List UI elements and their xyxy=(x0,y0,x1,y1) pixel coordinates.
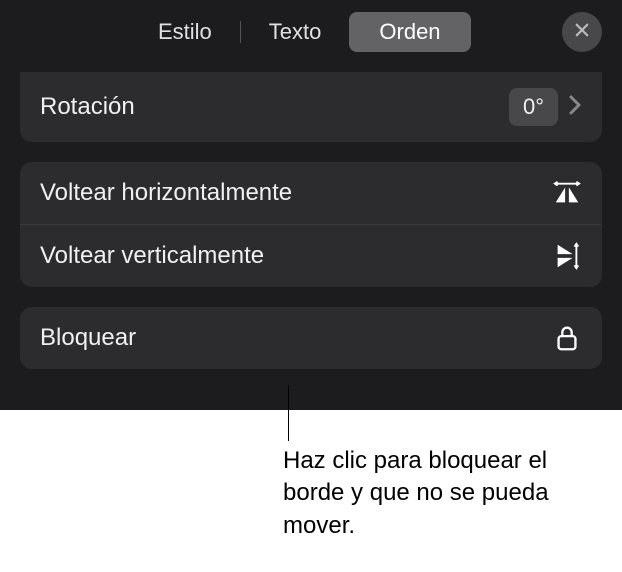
flip-vertical-icon xyxy=(552,241,582,271)
tab-bar: Estilo Texto Orden xyxy=(0,0,622,72)
callout-leader-line xyxy=(288,385,289,441)
lock-label: Bloquear xyxy=(40,324,552,352)
close-button[interactable] xyxy=(562,12,602,52)
tab-style[interactable]: Estilo xyxy=(130,12,240,52)
lock-group: Bloquear xyxy=(20,307,602,369)
tab-arrange[interactable]: Orden xyxy=(349,12,470,52)
flip-horizontal-row[interactable]: Voltear horizontalmente xyxy=(20,162,602,225)
flip-vertical-row[interactable]: Voltear verticalmente xyxy=(20,225,602,287)
flip-vertical-label: Voltear verticalmente xyxy=(40,242,552,270)
tabs: Estilo Texto Orden xyxy=(130,12,471,52)
rotation-row[interactable]: Rotación 0° xyxy=(20,72,602,142)
flip-horizontal-icon xyxy=(552,178,582,208)
flip-group: Voltear horizontalmente Voltear vertical… xyxy=(20,162,602,287)
lock-row[interactable]: Bloquear xyxy=(20,307,602,369)
rotation-value: 0° xyxy=(509,88,558,126)
chevron-right-icon xyxy=(568,94,582,121)
callout-text: Haz clic para bloquear el borde y que no… xyxy=(283,445,593,542)
rotation-label: Rotación xyxy=(40,93,509,121)
flip-horizontal-label: Voltear horizontalmente xyxy=(40,179,552,207)
lock-icon xyxy=(552,323,582,353)
close-icon xyxy=(573,21,591,44)
format-panel: Estilo Texto Orden Rotación 0° xyxy=(0,0,622,410)
rotation-group: Rotación 0° xyxy=(20,72,602,142)
tab-text[interactable]: Texto xyxy=(241,12,350,52)
